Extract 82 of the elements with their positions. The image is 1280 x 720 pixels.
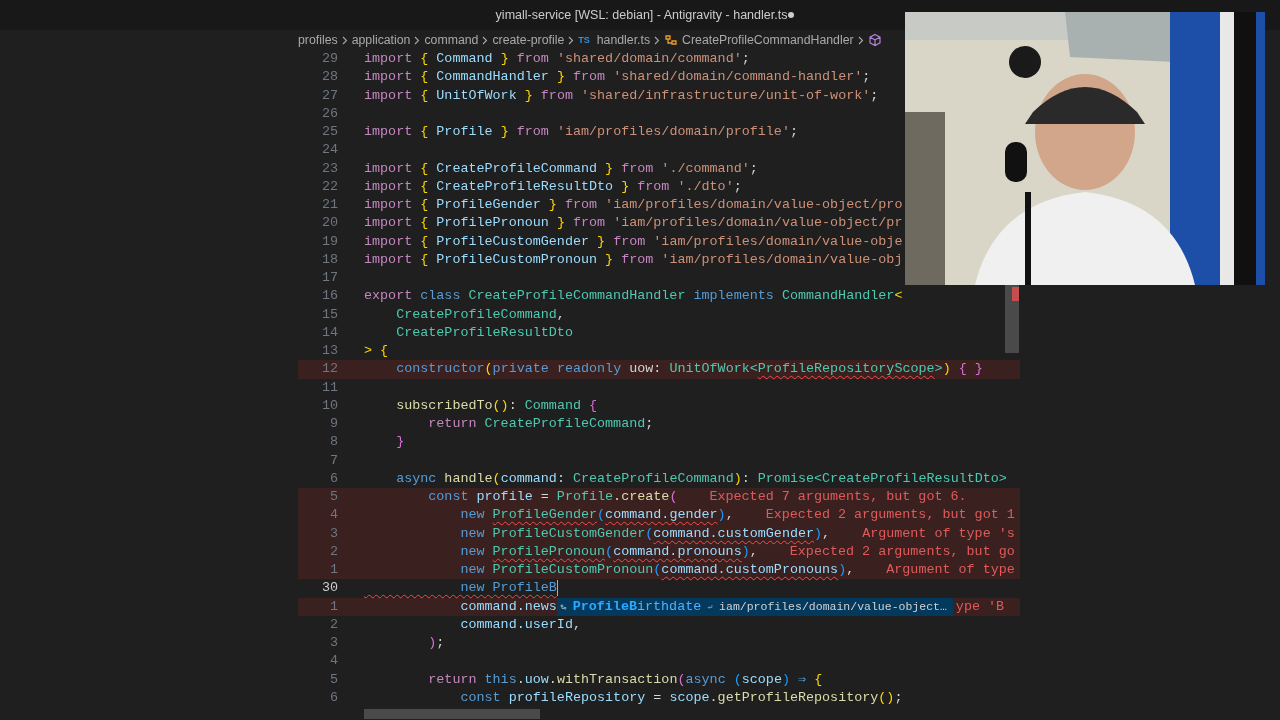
code-line: import { CommandHandler } from 'shared/domain/command-handler'; xyxy=(364,68,871,87)
code-line: import { Command } from 'shared/domain/command'; xyxy=(364,50,750,68)
window-title: yimall-service [WSL: debian] - Antigravity - handler.ts xyxy=(495,8,788,22)
code-line: CreateProfileResultDto xyxy=(395,323,573,342)
line-number: 4 xyxy=(328,652,339,671)
line-number: 6 xyxy=(328,688,339,707)
error-message: Argument of type 's xyxy=(862,524,1015,543)
line-number: 1 xyxy=(328,561,339,579)
line-number: 14 xyxy=(320,323,339,342)
error-message: ype 'B xyxy=(955,597,1005,616)
line-number: 25 xyxy=(320,123,339,141)
code-line: > { xyxy=(364,342,389,360)
line-number: 10 xyxy=(320,396,339,415)
code-line: command.userId, xyxy=(459,615,581,634)
line-number: 11 xyxy=(320,378,339,397)
line-number: 2 xyxy=(328,542,339,561)
line-number: 21 xyxy=(320,196,339,214)
line-number: 6 xyxy=(328,469,339,488)
code-line: CreateProfileCommand, xyxy=(395,305,565,324)
line-number: 23 xyxy=(320,159,339,178)
line-number: 9 xyxy=(328,415,339,433)
code-line: new ProfileCustomPronoun(command.customPronouns), xyxy=(459,561,855,579)
line-number: 19 xyxy=(320,232,339,251)
typescript-file-icon: TS xyxy=(578,35,590,45)
code-line: new ProfilePronoun(command.pronouns), xyxy=(459,542,758,561)
breadcrumb-item[interactable]: handler.ts xyxy=(596,33,651,47)
code-line: new ProfileCustomGender(command.customGender), xyxy=(459,524,831,543)
breadcrumb-item[interactable]: profiles xyxy=(298,33,338,47)
line-number: 3 xyxy=(328,634,339,652)
code-line: import { ProfileGender } from 'iam/profiles/domain/value-object/pro xyxy=(364,196,903,214)
code-line: import { UnitOfWork } from 'shared/infrastructure/unit-of-work'; xyxy=(364,86,879,105)
code-line: export class CreateProfileCommandHandler implements CommandHandler< xyxy=(364,287,903,306)
line-number: 5 xyxy=(328,670,339,689)
line-number: 17 xyxy=(320,269,339,287)
code-line: ); xyxy=(427,634,445,652)
error-message: Expected 7 arguments, but got 6. xyxy=(709,488,967,506)
line-number: 16 xyxy=(320,287,339,306)
line-number: 4 xyxy=(328,506,339,525)
suggestion-item[interactable]: ProfileBirthdate xyxy=(572,597,702,616)
code-line: async handle(command: CreateProfileCommand): Promise<CreateProfileResultDto> xyxy=(395,469,1007,488)
code-line: import { Profile } from 'iam/profiles/domain/profile'; xyxy=(364,123,798,141)
line-number: 26 xyxy=(320,104,339,123)
line-number: 1 xyxy=(328,597,339,616)
code-line: new ProfileB xyxy=(459,579,559,598)
line-number: 15 xyxy=(320,305,339,324)
code-line: import { ProfileCustomGender } from 'iam/profiles/domain/value-obje xyxy=(364,232,903,251)
code-line: subscribedTo(): Command { xyxy=(395,396,598,415)
code-line: const profileRepository = scope.getProfileRepository(); xyxy=(459,688,903,707)
line-number: 22 xyxy=(320,177,339,196)
breadcrumb-item[interactable]: create-profile xyxy=(492,33,565,47)
line-number: 8 xyxy=(328,433,339,452)
code-line: const profile = Profile.create( xyxy=(427,488,678,506)
breadcrumb-item[interactable]: application xyxy=(351,33,411,47)
breadcrumb-item[interactable]: CreateProfileCommandHandler xyxy=(682,33,854,47)
code-line: new ProfileGender(command.gender), xyxy=(459,506,734,525)
line-number: 28 xyxy=(320,68,339,87)
line-number: 5 xyxy=(328,488,339,506)
code-line: import { CreateProfileCommand } from './command'; xyxy=(364,159,758,178)
line-number: 7 xyxy=(328,451,339,470)
code-line: return CreateProfileCommand; xyxy=(427,415,654,433)
code-line: return this.uow.withTransaction(async (scope) ⇒ { xyxy=(427,670,823,689)
line-number: 27 xyxy=(320,86,339,105)
line-number: 29 xyxy=(320,50,339,68)
error-message: Argument of type xyxy=(886,561,1015,579)
line-number: 2 xyxy=(328,615,339,634)
suggestion-detail: iam/profiles/domain/value-object… xyxy=(719,598,947,615)
line-number: 24 xyxy=(320,141,339,160)
line-number: 12 xyxy=(320,360,339,379)
code-line: command.news xyxy=(459,597,557,616)
line-number: 3 xyxy=(328,524,339,543)
error-message: Expected 2 arguments, but go xyxy=(789,542,1015,561)
code-line: constructor(private readonly uow: UnitOfWork<ProfileRepositoryScope>) { } xyxy=(395,360,983,379)
breadcrumb-item[interactable]: command xyxy=(424,33,479,47)
line-number: 30 xyxy=(320,579,339,598)
error-message: Expected 2 arguments, but got 1 xyxy=(765,506,1015,525)
code-line: import { ProfilePronoun } from 'iam/profiles/domain/value-object/pr xyxy=(364,214,903,233)
line-number: 20 xyxy=(320,214,339,233)
code-line: import { ProfileCustomPronoun } from 'iam/profiles/domain/value-obj xyxy=(364,250,903,269)
code-line: } xyxy=(395,433,405,452)
code-line: import { CreateProfileResultDto } from './dto'; xyxy=(364,177,742,196)
line-number: 18 xyxy=(320,250,339,269)
line-number: 13 xyxy=(320,342,339,360)
